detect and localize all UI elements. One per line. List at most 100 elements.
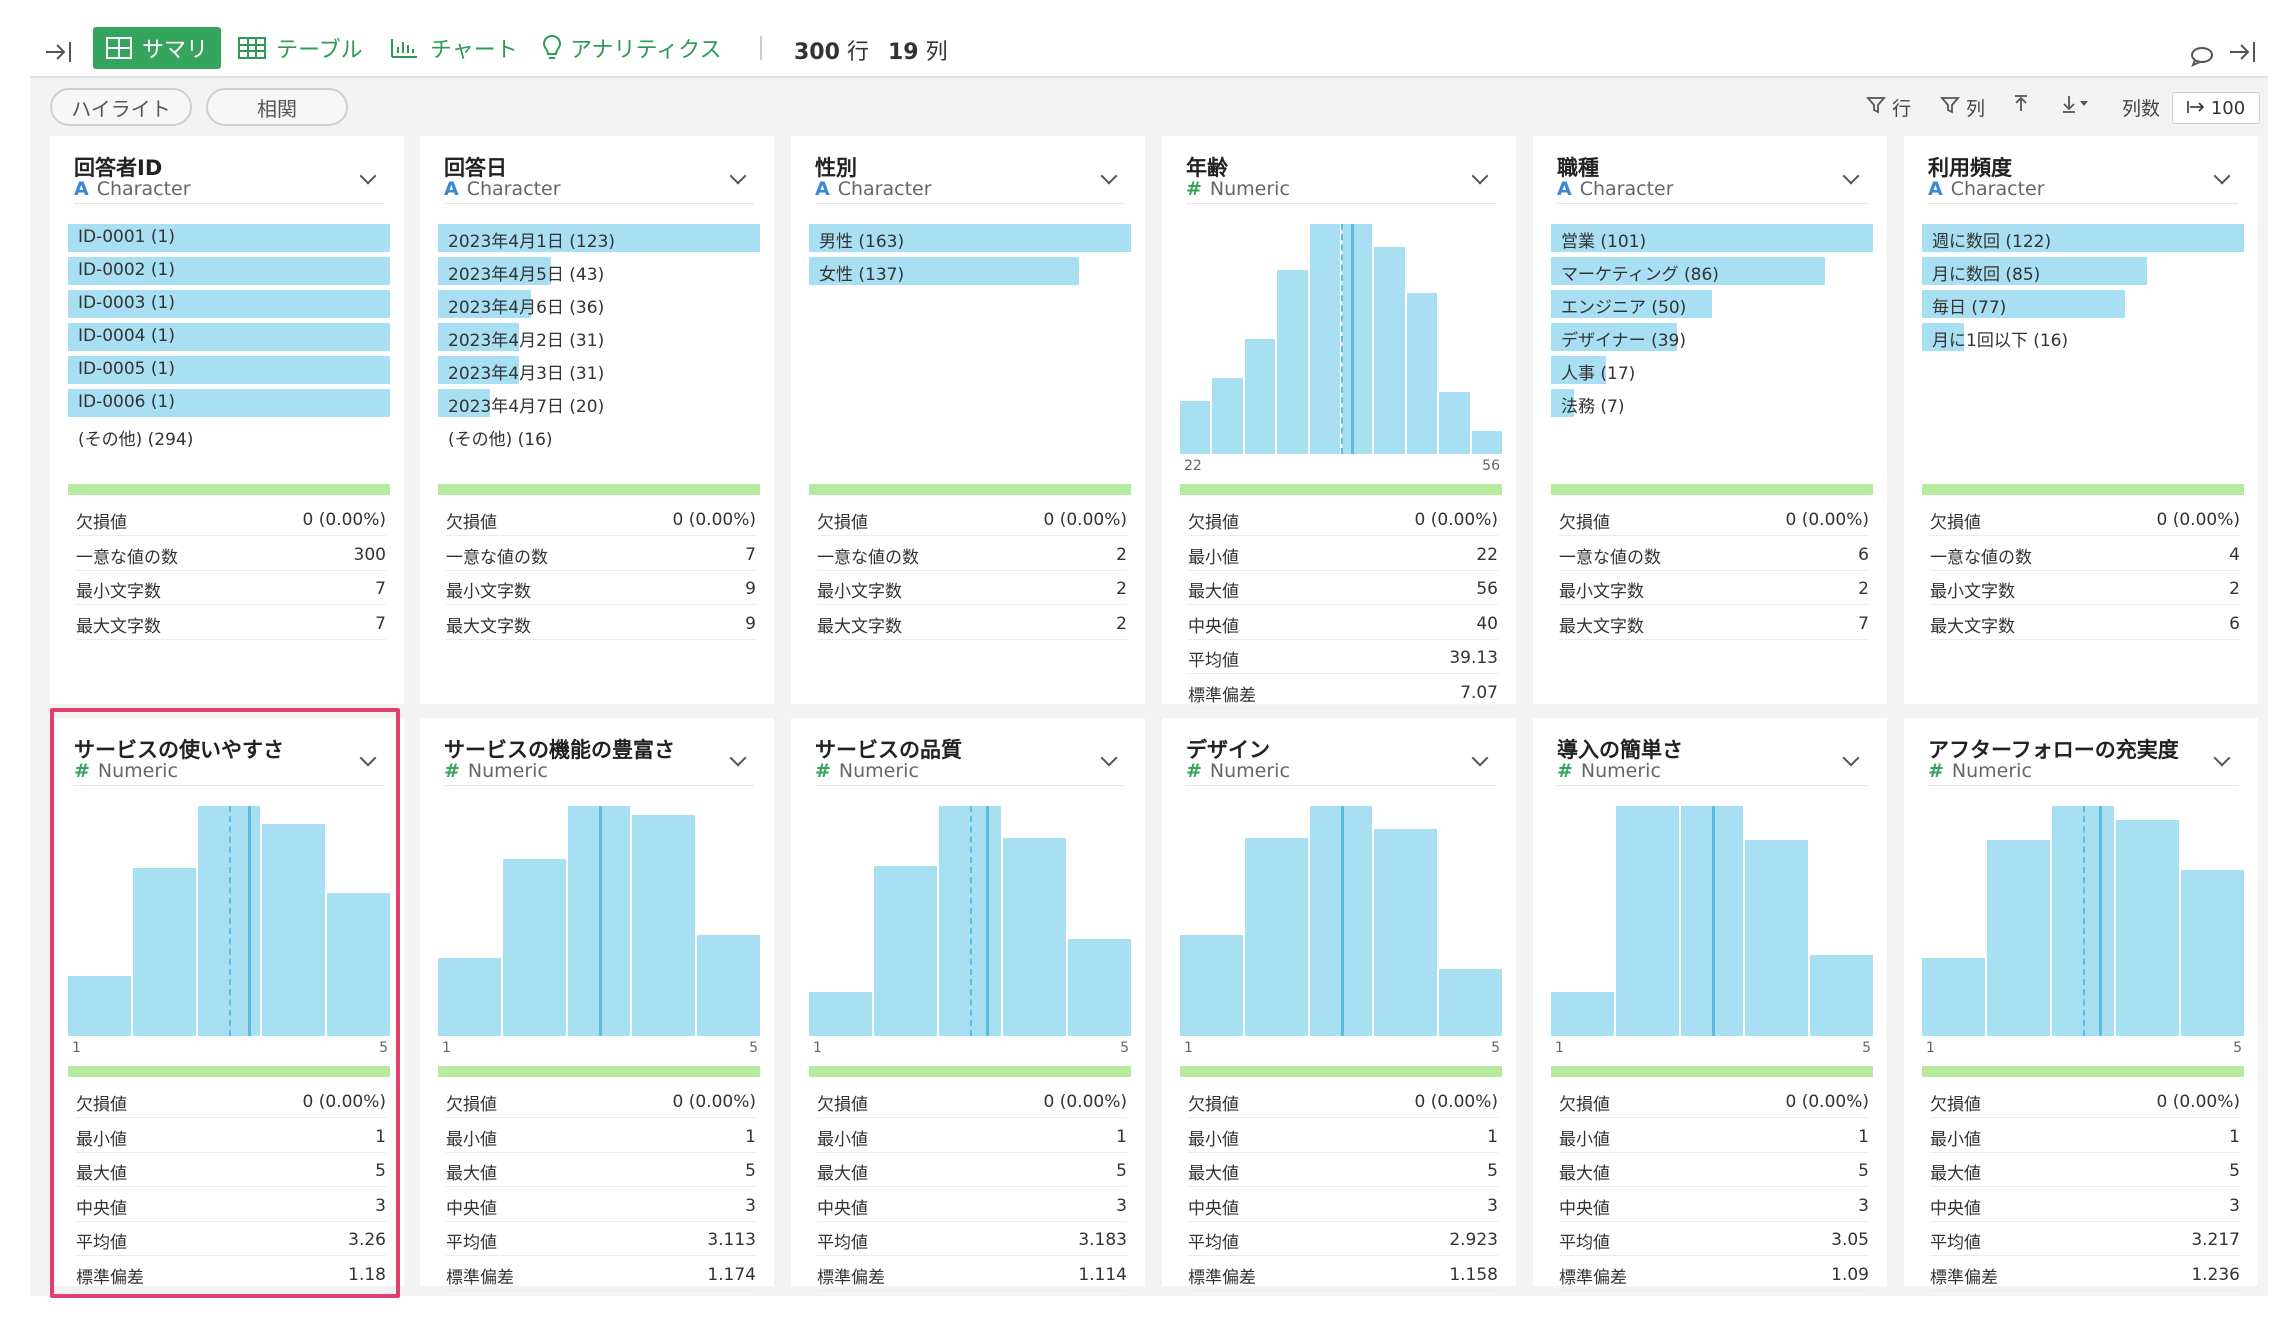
chevron-down-icon[interactable] [1471,749,1489,767]
chevron-down-icon[interactable] [729,749,747,767]
chevron-down-icon[interactable] [1100,167,1118,185]
histogram-bar[interactable] [1615,806,1679,1036]
histogram-bar[interactable] [1406,293,1438,454]
category-row[interactable]: ID-0003 (1) [68,290,390,318]
collapse-left-icon[interactable] [44,30,74,74]
category-row[interactable]: ID-0004 (1) [68,323,390,351]
column-card[interactable]: サービスの機能の豊富さ # Numeric 1 5 欠損値 0 (0.00%) 最小値 1 最大値… [420,718,774,1291]
filter-rows-button[interactable]: 行 [1866,94,1911,121]
category-row[interactable]: 営業 (101) [1551,224,1873,252]
chevron-down-icon[interactable] [1842,167,1860,185]
category-row[interactable]: 女性 (137) [809,257,1131,285]
category-row[interactable]: 男性 (163) [809,224,1131,252]
correlation-button[interactable]: 相関 [206,88,348,126]
histogram-bar[interactable] [1986,840,2050,1036]
histogram-bar[interactable] [1374,829,1438,1036]
category-row[interactable]: 法務 (7) [1551,389,1873,417]
histogram-bar[interactable] [1277,270,1308,454]
histogram-bar[interactable] [327,893,390,1036]
histogram-bar[interactable] [1068,939,1131,1036]
sort-ascending-icon[interactable] [2012,94,2030,114]
chevron-down-icon[interactable] [359,167,377,185]
histogram-bar[interactable] [438,958,501,1036]
histogram-bar[interactable] [68,976,131,1036]
histogram-bar[interactable] [1551,992,1614,1036]
histogram-bar[interactable] [632,815,696,1036]
tab-analytics[interactable]: アナリティクス [542,26,722,70]
category-row[interactable]: 週に数回 (122) [1922,224,2244,252]
column-card[interactable]: 職種 A Character 営業 (101) マーケティング (86) エンジニア (5… [1533,136,1887,704]
histogram[interactable] [1180,806,1502,1036]
column-card[interactable]: 性別 A Character 男性 (163) 女性 (137) 欠損値 0 (0.00%)… [791,136,1145,704]
column-card[interactable]: 年齢 # Numeric 22 56 欠損値 0 (0.00%) 最小値 22 最大値 56 中央値 4… [1162,136,1516,709]
histogram-bar[interactable] [1309,224,1340,454]
sort-descending-icon[interactable] [2060,94,2090,114]
chevron-down-icon[interactable] [2213,749,2231,767]
category-row[interactable]: 2023年4月7日 (20) [438,389,760,417]
column-card[interactable]: サービスの使いやすさ # Numeric 1 5 欠損値 0 (0.00%) 最小値 1 最大値 5… [50,718,404,1291]
comment-icon[interactable] [2190,34,2214,78]
histogram-bar[interactable] [1374,247,1405,454]
highlight-button[interactable]: ハイライト [50,88,192,126]
category-row[interactable]: 月に数回 (85) [1922,257,2244,285]
histogram[interactable] [809,806,1131,1036]
column-card[interactable]: サービスの品質 # Numeric 1 5 欠損値 0 (0.00%) 最小値 1 最大値 5 中央値… [791,718,1145,1291]
category-row[interactable]: 2023年4月3日 (31) [438,356,760,384]
category-row[interactable]: ID-0005 (1) [68,356,390,384]
category-row[interactable]: 人事 (17) [1551,356,1873,384]
chevron-down-icon[interactable] [1100,749,1118,767]
chevron-down-icon[interactable] [359,749,377,767]
histogram-bar[interactable] [1212,378,1243,454]
chevron-down-icon[interactable] [1471,167,1489,185]
category-row[interactable]: ID-0001 (1) [68,224,390,252]
category-row[interactable]: 毎日 (77) [1922,290,2244,318]
tab-chart[interactable]: チャート [390,26,518,70]
column-card[interactable]: 回答者ID A Character ID-0001 (1) ID-0002 (1) ID-… [50,136,404,704]
collapse-right-icon[interactable] [2228,30,2258,74]
category-row[interactable]: ID-0006 (1) [68,389,390,417]
histogram[interactable] [438,806,760,1036]
category-row[interactable]: ID-0002 (1) [68,257,390,285]
histogram-bar[interactable] [1745,840,1809,1036]
category-row[interactable]: 2023年4月1日 (123) [438,224,760,252]
histogram-bar[interactable] [502,859,566,1036]
category-row[interactable]: エンジニア (50) [1551,290,1873,318]
histogram[interactable] [1551,806,1873,1036]
histogram-bar[interactable] [1342,224,1373,454]
tab-summary[interactable]: サマリ [93,27,221,69]
histogram-bar[interactable] [873,866,937,1036]
histogram-bar[interactable] [1180,935,1243,1036]
histogram-bar[interactable] [2181,870,2244,1036]
category-row[interactable]: 月に1回以下 (16) [1922,323,2244,351]
histogram-bar[interactable] [1810,955,1873,1036]
category-row[interactable]: マーケティング (86) [1551,257,1873,285]
histogram[interactable] [1922,806,2244,1036]
histogram-bar[interactable] [262,824,326,1036]
histogram-bar[interactable] [1003,838,1067,1036]
histogram-bar[interactable] [1180,401,1211,454]
chevron-down-icon[interactable] [1842,749,1860,767]
category-row[interactable]: 2023年4月2日 (31) [438,323,760,351]
histogram-bar[interactable] [1244,339,1276,454]
tab-table[interactable]: テーブル [238,26,363,70]
histogram-bar[interactable] [1244,838,1308,1036]
column-card[interactable]: デザイン # Numeric 1 5 欠損値 0 (0.00%) 最小値 1 最大値 5 中央値 3 平均… [1162,718,1516,1291]
filter-columns-button[interactable]: 列 [1940,94,1985,121]
column-card[interactable]: 利用頻度 A Character 週に数回 (122) 月に数回 (85) 毎日 (77)… [1904,136,2258,704]
column-card[interactable]: 導入の簡単さ # Numeric 1 5 欠損値 0 (0.00%) 最小値 1 最大値 5 中央値 3… [1533,718,1887,1291]
histogram-bar[interactable] [1922,958,1985,1036]
histogram-bar[interactable] [2116,820,2180,1036]
histogram-bar[interactable] [697,935,760,1036]
histogram[interactable] [68,806,390,1036]
histogram-bar[interactable] [809,992,872,1036]
histogram-bar[interactable] [132,868,196,1036]
category-row[interactable]: デザイナー (39) [1551,323,1873,351]
column-card[interactable]: アフターフォローの充実度 # Numeric 1 5 欠損値 0 (0.00%) 最小値 1 最大… [1904,718,2258,1291]
histogram-bar[interactable] [1471,431,1502,454]
chevron-down-icon[interactable] [2213,167,2231,185]
category-row[interactable]: 2023年4月5日 (43) [438,257,760,285]
column-card[interactable]: 回答日 A Character 2023年4月1日 (123) 2023年4月5日 (4… [420,136,774,704]
category-row[interactable]: 2023年4月6日 (36) [438,290,760,318]
histogram-bar[interactable] [1439,392,1470,454]
histogram[interactable] [1180,224,1502,454]
